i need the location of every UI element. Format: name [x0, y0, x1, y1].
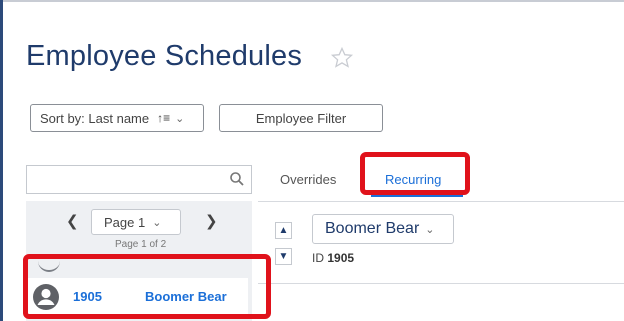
page-title: Employee Schedules [26, 40, 303, 72]
page-select-value: Page 1 [104, 214, 146, 230]
employee-filter-button[interactable]: Employee Filter [219, 104, 383, 132]
sort-label: Sort by: Last name [40, 110, 150, 126]
chevron-down-icon: ▼ [278, 251, 289, 262]
employee-name[interactable]: Boomer Bear [145, 289, 227, 304]
employee-id[interactable]: 1905 [73, 289, 102, 304]
page-summary: Page 1 of 2 [115, 239, 167, 250]
employee-select[interactable]: Boomer Bear ⌄ [312, 214, 454, 244]
active-tab-indicator [371, 194, 463, 197]
chevron-up-icon: ▲ [278, 225, 289, 236]
favorite-star-icon[interactable] [330, 46, 354, 70]
id-prefix: ID [312, 251, 324, 265]
window-left-border [0, 0, 3, 321]
next-employee-button[interactable]: ▼ [275, 248, 292, 265]
detail-divider [258, 283, 624, 284]
chevron-down-icon: ⌄ [425, 223, 435, 236]
window-top-border [0, 0, 624, 2]
chevron-down-icon: ⌄ [175, 112, 185, 125]
previous-employee-button[interactable]: ▲ [275, 222, 292, 239]
search-input[interactable] [26, 165, 252, 194]
sort-descending-icon: ↑≡ [157, 111, 171, 125]
employee-select-value: Boomer Bear [325, 220, 420, 237]
id-value: 1905 [327, 251, 355, 265]
search-icon [230, 172, 244, 186]
sort-dropdown[interactable]: Sort by: Last name ↑≡ ⌄ [30, 104, 204, 132]
tab-recurring[interactable]: Recurring [385, 172, 441, 187]
previous-page-button[interactable]: ❮ [66, 212, 79, 230]
employee-id-line: ID 1905 [312, 251, 354, 265]
page-select[interactable]: Page 1 ⌄ [91, 209, 181, 235]
tabs-divider [258, 201, 624, 202]
tab-overrides[interactable]: Overrides [280, 172, 336, 187]
chevron-down-icon: ⌄ [152, 216, 162, 229]
avatar-icon [33, 284, 59, 310]
next-page-button[interactable]: ❯ [205, 212, 218, 230]
